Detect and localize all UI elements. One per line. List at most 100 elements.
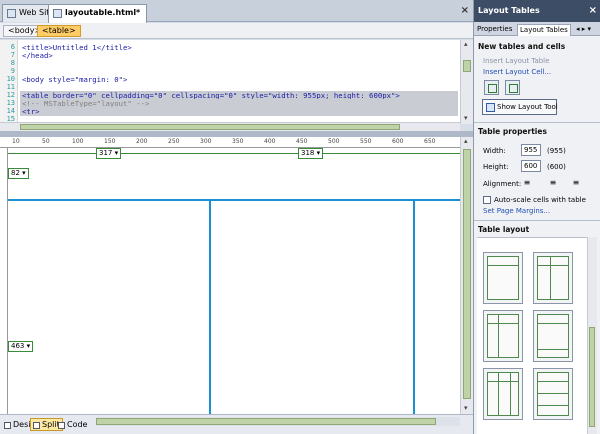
code-view-button[interactable]: Code xyxy=(55,418,90,431)
line-number: 14 xyxy=(6,107,15,115)
scrollbar-thumb[interactable] xyxy=(20,124,400,130)
tab-nav-arrows[interactable]: ◂ ▸ ▾ xyxy=(574,24,593,36)
height-label: Height: xyxy=(483,163,509,171)
tab-layoutable[interactable]: layoutable.html* xyxy=(48,4,148,23)
layout-tables-panel: Layout Tables × Properties Layout Tables… xyxy=(473,0,600,434)
ruler-label: 10 xyxy=(12,138,20,145)
layout-column-border[interactable] xyxy=(413,201,415,414)
ruler-label: 250 xyxy=(168,138,180,145)
line-number: 9 xyxy=(10,67,15,75)
show-layout-tool-button[interactable]: Show Layout Tool xyxy=(482,99,558,115)
section-heading: Table properties xyxy=(478,127,547,136)
insert-layout-table-link[interactable]: Insert Layout Table xyxy=(483,57,549,65)
ruler-label: 650 xyxy=(424,138,436,145)
align-left-icon[interactable]: ≡ xyxy=(521,178,533,188)
layout-column-border[interactable] xyxy=(209,201,211,414)
auto-scale-label: Auto-scale cells with table xyxy=(494,196,586,204)
set-page-margins-link[interactable]: Set Page Margins... xyxy=(483,207,550,215)
width-input[interactable]: 955 xyxy=(521,144,541,156)
section-heading: Table layout xyxy=(478,225,530,234)
close-icon[interactable]: × xyxy=(589,5,597,16)
layout-thumbnail[interactable] xyxy=(483,310,523,362)
design-vertical-scrollbar[interactable]: ▴ ▾ xyxy=(460,137,473,414)
close-icon[interactable]: × xyxy=(461,5,469,16)
column-width-label[interactable]: 318 ▾ xyxy=(298,148,324,159)
alignment-label: Alignment: xyxy=(483,180,522,188)
height-input[interactable]: 600 xyxy=(521,160,541,172)
align-center-icon[interactable]: ≡ xyxy=(547,178,559,188)
layout-tool-icon xyxy=(486,103,495,112)
editor-area: Web Site layoutable.html* × <body> <tabl… xyxy=(0,0,473,434)
line-number: 6 xyxy=(10,43,15,51)
line-number: 10 xyxy=(6,75,15,83)
design-horizontal-scrollbar[interactable] xyxy=(96,417,460,426)
ruler-label: 500 xyxy=(328,138,340,145)
column-width-label[interactable]: 317 ▾ xyxy=(96,148,122,159)
scrollbar-thumb[interactable] xyxy=(589,327,595,427)
scroll-down-icon[interactable]: ▾ xyxy=(464,114,468,122)
ruler-label: 600 xyxy=(392,138,404,145)
line-number: 8 xyxy=(10,59,15,67)
scroll-down-icon[interactable]: ▾ xyxy=(464,404,468,412)
section-heading: New tables and cells xyxy=(478,42,566,51)
width-actual: (955) xyxy=(547,147,566,155)
layout-thumbnail[interactable] xyxy=(533,252,573,304)
layout-thumbnail[interactable] xyxy=(533,310,573,362)
layout-thumbnail[interactable] xyxy=(483,368,523,420)
table-layout-gallery xyxy=(477,237,587,434)
design-icon xyxy=(4,422,11,429)
design-view[interactable]: 317 ▾ 318 ▾ 82 ▾ 463 ▾ xyxy=(8,148,460,414)
code-vertical-scrollbar[interactable]: ▴ ▾ xyxy=(460,40,473,124)
ruler-label: 450 xyxy=(296,138,308,145)
ruler-label: 300 xyxy=(200,138,212,145)
tab-properties[interactable]: Properties xyxy=(475,24,514,36)
scrollbar-thumb[interactable] xyxy=(463,60,471,72)
divider xyxy=(474,122,600,123)
panel-title-text: Layout Tables xyxy=(478,6,540,15)
align-right-icon[interactable]: ≡ xyxy=(570,178,582,188)
divider xyxy=(474,220,600,221)
line-number: 15 xyxy=(6,115,15,122)
ruler-label: 150 xyxy=(104,138,116,145)
row-height-label[interactable]: 82 ▾ xyxy=(8,168,29,179)
ruler-label: 350 xyxy=(232,138,244,145)
scroll-up-icon[interactable]: ▴ xyxy=(464,137,468,145)
panel-tab-bar: Properties Layout Tables ◂ ▸ ▾ xyxy=(474,22,600,36)
tag-table[interactable]: <table> xyxy=(37,25,81,37)
quick-tag-selector: <body> <table> xyxy=(0,23,473,39)
ruler-label: 550 xyxy=(360,138,372,145)
draw-layout-cell-icon[interactable] xyxy=(505,80,520,95)
scrollbar-thumb[interactable] xyxy=(463,149,471,399)
tab-label: layoutable.html* xyxy=(65,8,141,17)
scroll-up-icon[interactable]: ▴ xyxy=(464,40,468,48)
layout-thumbnail[interactable] xyxy=(533,368,573,420)
ruler-label: 50 xyxy=(42,138,50,145)
insert-layout-cell-link[interactable]: Insert Layout Cell... xyxy=(483,68,551,76)
html-file-icon xyxy=(53,9,62,18)
height-actual: (600) xyxy=(547,163,566,171)
ruler-label: 100 xyxy=(72,138,84,145)
line-number: 12 xyxy=(6,91,15,99)
layout-thumbnail[interactable] xyxy=(483,252,523,304)
panel-title: Layout Tables × xyxy=(474,0,600,22)
ruler-label: 400 xyxy=(264,138,276,145)
column-guide xyxy=(8,153,460,154)
line-number: 11 xyxy=(6,83,15,91)
code-line: <body style="margin: 0"> xyxy=(22,75,128,84)
tab-layout-tables[interactable]: Layout Tables xyxy=(517,24,571,36)
vertical-ruler xyxy=(0,148,8,414)
draw-layout-table-icon[interactable] xyxy=(484,80,499,95)
website-icon xyxy=(7,9,16,18)
auto-scale-checkbox[interactable] xyxy=(483,196,491,204)
code-icon xyxy=(58,422,65,429)
scrollbar-thumb[interactable] xyxy=(96,418,436,425)
row-height-label[interactable]: 463 ▾ xyxy=(8,341,34,352)
line-number-gutter: 6 7 8 9 10 11 12 13 14 15 xyxy=(0,40,18,122)
code-horizontal-scrollbar[interactable] xyxy=(0,122,460,131)
gallery-scrollbar[interactable] xyxy=(587,237,597,434)
layout-row-border[interactable] xyxy=(8,199,460,201)
width-label: Width: xyxy=(483,147,506,155)
horizontal-ruler: 10 50 100 150 200 250 300 350 400 450 50… xyxy=(0,137,460,148)
code-view[interactable]: 6 7 8 9 10 11 12 13 14 15 <title>Untitle… xyxy=(0,40,460,122)
split-icon xyxy=(33,422,40,429)
